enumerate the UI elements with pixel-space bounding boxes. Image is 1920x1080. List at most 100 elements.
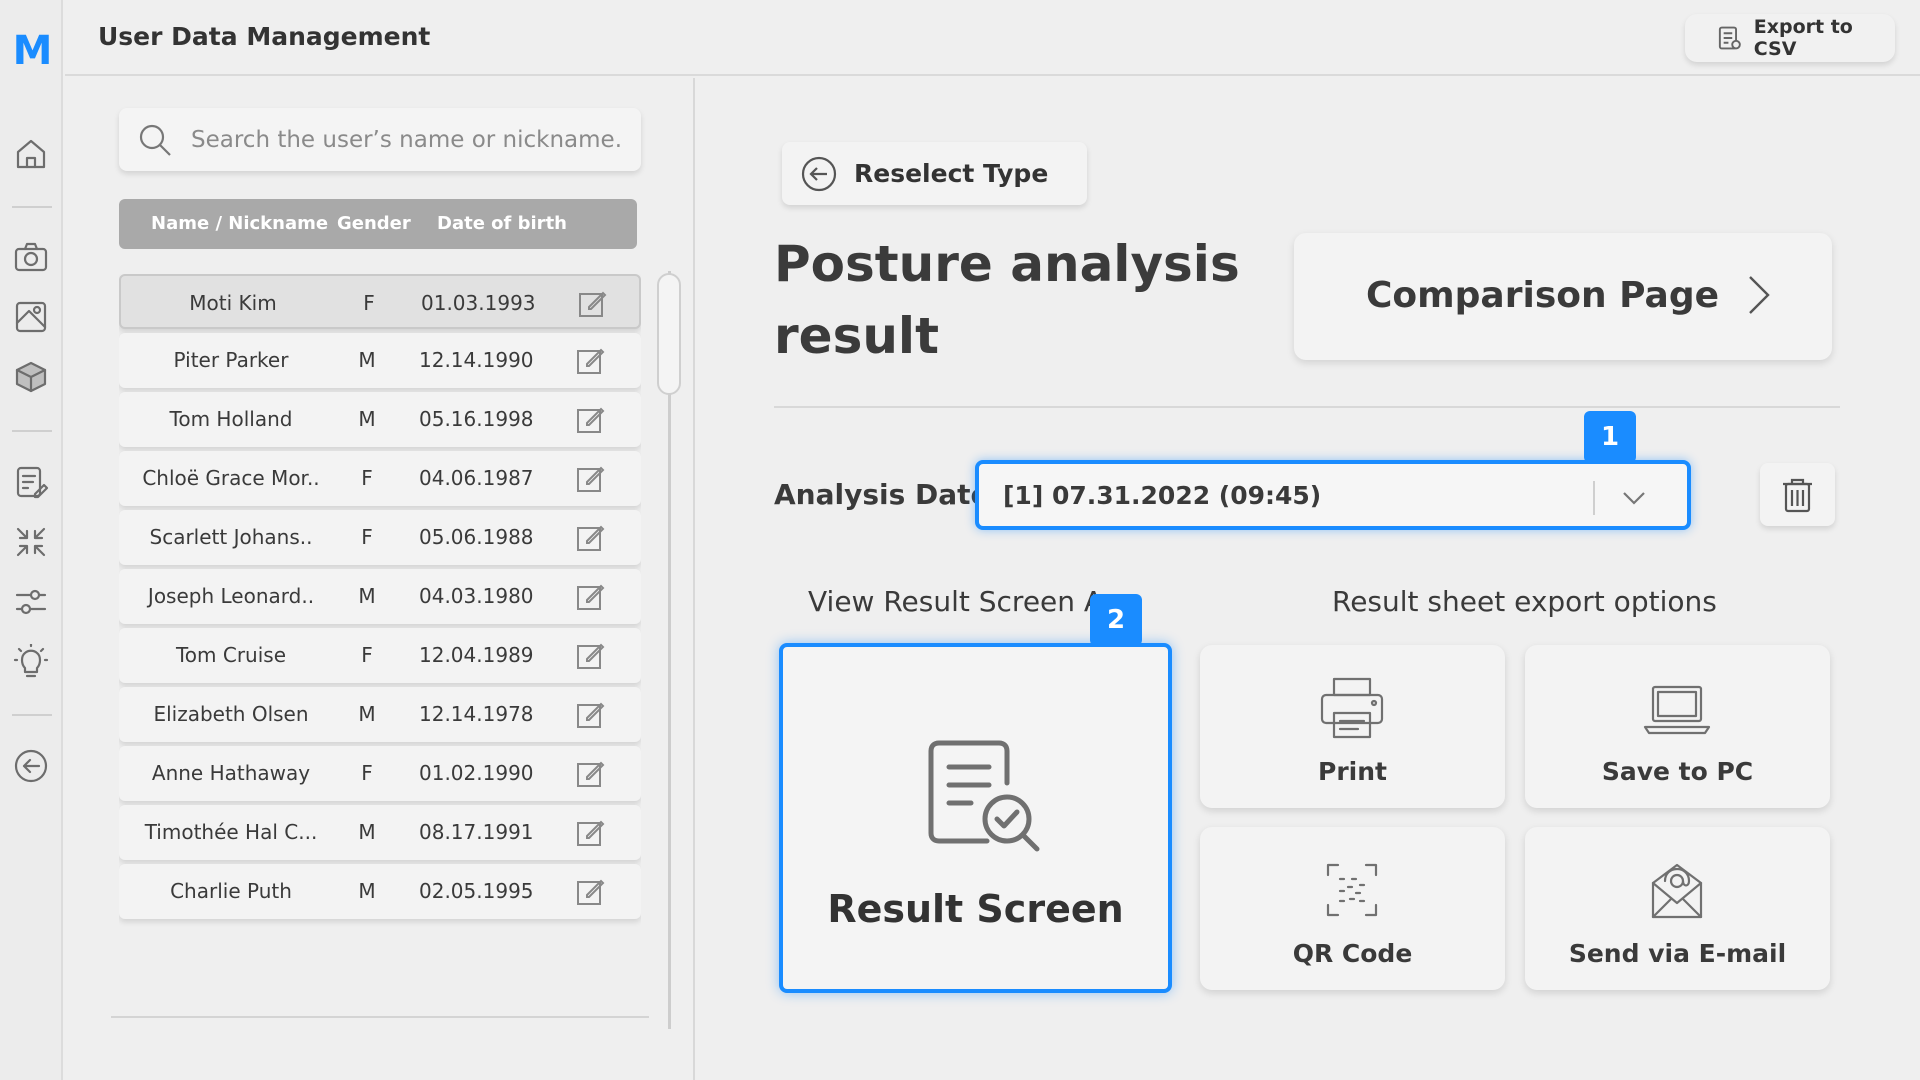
cell-gender: M [358, 407, 376, 431]
cell-name: Tom Holland [169, 407, 293, 431]
result-screen-button[interactable]: Result Screen [779, 643, 1172, 993]
document-search-icon [928, 740, 1040, 852]
edit-icon[interactable] [575, 582, 605, 612]
edit-icon[interactable] [575, 523, 605, 553]
edit-icon[interactable] [575, 877, 605, 907]
column-header-dob[interactable]: Date of birth [437, 213, 567, 234]
save-to-pc-button[interactable]: Save to PC [1525, 645, 1830, 808]
result-screen-label: Result Screen [827, 887, 1124, 931]
chevron-right-icon [1749, 276, 1770, 314]
column-header-name[interactable]: Name / Nickname [151, 213, 328, 234]
envelope-at-icon [1651, 863, 1703, 919]
table-row[interactable]: Anne Hathaway F 01.02.1990 [119, 746, 641, 801]
edit-icon[interactable] [575, 759, 605, 789]
edit-icon[interactable] [575, 818, 605, 848]
search-input[interactable] [191, 126, 631, 153]
chevron-down-icon [1623, 492, 1645, 505]
result-heading: Posture analysis result [774, 228, 1244, 372]
cell-name: Elizabeth Olsen [153, 702, 309, 726]
cell-gender: M [358, 702, 376, 726]
sliders-icon[interactable] [13, 584, 49, 620]
cell-dob: 04.06.1987 [419, 466, 534, 490]
cell-dob: 12.04.1989 [419, 643, 534, 667]
export-options-label: Result sheet export options [1332, 585, 1717, 618]
print-label: Print [1318, 757, 1387, 786]
cell-gender: M [358, 348, 376, 372]
export-csv-button[interactable]: Export to CSV [1685, 14, 1895, 62]
cell-dob: 04.03.1980 [419, 584, 534, 608]
table-row[interactable]: Scarlett Johans.. F 05.06.1988 [119, 510, 641, 565]
scrollbar-thumb[interactable] [657, 273, 681, 395]
search-box[interactable] [119, 108, 641, 171]
cell-gender: F [361, 466, 373, 490]
qr-code-button[interactable]: QR Code [1200, 827, 1505, 990]
step-badge-2: 2 [1090, 594, 1142, 646]
home-icon[interactable] [13, 136, 49, 172]
save-to-pc-label: Save to PC [1601, 757, 1754, 786]
edit-icon[interactable] [577, 289, 607, 319]
send-email-button[interactable]: Send via E-mail [1525, 827, 1830, 990]
cell-name: Charlie Puth [170, 879, 292, 903]
table-row[interactable]: Elizabeth Olsen M 12.14.1978 [119, 687, 641, 742]
cell-dob: 05.16.1998 [419, 407, 534, 431]
table-row[interactable]: Tom Holland M 05.16.1998 [119, 392, 641, 447]
comparison-page-button[interactable]: Comparison Page [1294, 233, 1832, 360]
edit-icon[interactable] [575, 346, 605, 376]
table-row[interactable]: Timothée Hal C... M 08.17.1991 [119, 805, 641, 860]
cell-name: Chloë Grace Mor.. [142, 466, 320, 490]
print-button[interactable]: Print [1200, 645, 1505, 808]
cell-gender: F [363, 291, 375, 315]
step-badge-1: 1 [1584, 411, 1636, 463]
search-icon [139, 124, 171, 156]
report-edit-icon[interactable] [13, 464, 49, 500]
user-table-rows: Moti Kim F 01.03.1993 Piter Parker M 12.… [119, 274, 641, 1016]
list-divider [111, 1016, 649, 1018]
cell-name: Anne Hathaway [151, 761, 311, 785]
cell-dob: 12.14.1990 [419, 348, 534, 372]
delete-button[interactable] [1760, 463, 1835, 526]
camera-icon[interactable] [13, 239, 49, 275]
analysis-date-label: Analysis Date [774, 478, 990, 511]
posture-map-icon[interactable] [13, 299, 49, 335]
reselect-type-button[interactable]: Reselect Type [782, 142, 1087, 205]
cell-dob: 01.03.1993 [421, 291, 536, 315]
cell-gender: M [358, 820, 376, 844]
cell-name: Joseph Leonard.. [147, 584, 315, 608]
cell-name: Scarlett Johans.. [149, 525, 313, 549]
spreadsheet-icon [1718, 26, 1741, 50]
rail-divider [12, 430, 52, 432]
edit-icon[interactable] [575, 700, 605, 730]
send-email-label: Send via E-mail [1568, 939, 1787, 968]
table-row[interactable]: Tom Cruise F 12.04.1989 [119, 628, 641, 683]
cell-gender: F [361, 525, 373, 549]
edit-icon[interactable] [575, 641, 605, 671]
cell-gender: F [361, 761, 373, 785]
user-list-panel: Name / Nickname Gender Date of birth Mot… [65, 78, 695, 1080]
cell-gender: M [358, 584, 376, 608]
table-row[interactable]: Joseph Leonard.. M 04.03.1980 [119, 569, 641, 624]
analysis-date-dropdown[interactable]: [1] 07.31.2022 (09:45) [975, 460, 1691, 530]
table-row[interactable]: Piter Parker M 12.14.1990 [119, 333, 641, 388]
compress-icon[interactable] [13, 524, 49, 560]
dropdown-divider [1593, 481, 1595, 515]
cell-name: Timothée Hal C... [144, 820, 318, 844]
column-header-gender[interactable]: Gender [337, 213, 411, 234]
page-title: User Data Management [98, 22, 431, 51]
comparison-page-label: Comparison Page [1366, 275, 1720, 316]
qr-scan-icon [1326, 863, 1378, 917]
table-row[interactable]: Charlie Puth M 02.05.1995 [119, 864, 641, 919]
table-row[interactable]: Chloë Grace Mor.. F 04.06.1987 [119, 451, 641, 506]
side-rail: M [0, 0, 63, 1080]
cube-icon[interactable] [13, 359, 49, 395]
app-logo[interactable]: M [0, 28, 63, 74]
laptop-icon [1643, 685, 1711, 735]
edit-icon[interactable] [575, 464, 605, 494]
cell-gender: M [358, 879, 376, 903]
back-arrow-icon[interactable] [13, 748, 49, 784]
rail-divider [12, 206, 52, 208]
rail-divider [12, 714, 52, 716]
edit-icon[interactable] [575, 405, 605, 435]
lightbulb-icon[interactable] [13, 642, 49, 680]
cell-name: Piter Parker [173, 348, 289, 372]
table-row[interactable]: Moti Kim F 01.03.1993 [119, 274, 641, 329]
